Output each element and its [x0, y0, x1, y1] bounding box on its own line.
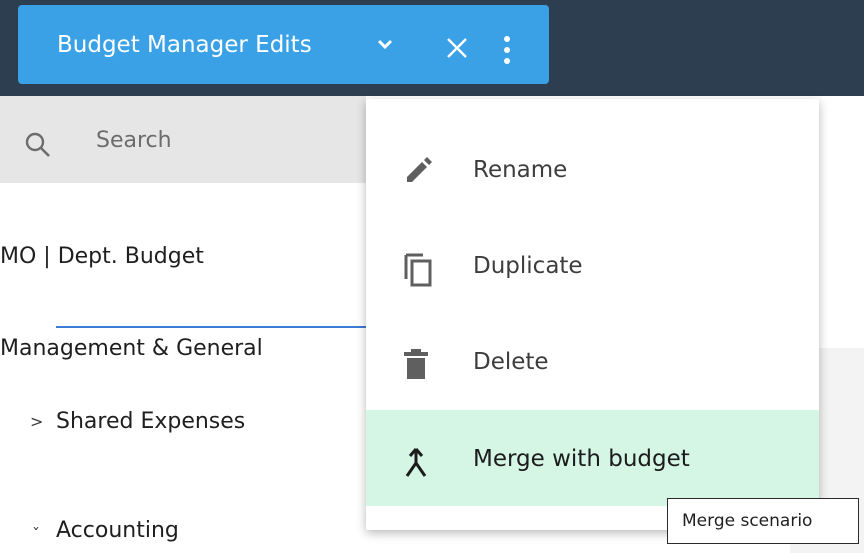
- more-vert-icon[interactable]: [503, 36, 511, 64]
- scenario-actions-menu: Rename Duplicate Delete Merge with budge…: [366, 99, 819, 530]
- tree-item-accounting[interactable]: Accounting: [56, 518, 179, 543]
- close-icon[interactable]: [446, 37, 468, 59]
- menu-item-label: Rename: [473, 157, 568, 183]
- scenario-name[interactable]: Budget Manager Edits: [57, 32, 312, 58]
- drag-indicator-line: [56, 326, 368, 328]
- search-input[interactable]: Search: [96, 128, 172, 153]
- tooltip: Merge scenario: [667, 498, 859, 544]
- sidebar: Search MO | Dept. Budget Management & Ge…: [0, 96, 366, 553]
- menu-item-label: Duplicate: [473, 253, 583, 279]
- menu-item-label: Delete: [473, 349, 549, 375]
- menu-item-delete[interactable]: Delete: [366, 313, 819, 409]
- expand-caret[interactable]: >: [30, 412, 43, 431]
- tree-item-management-general[interactable]: Management & General: [0, 336, 263, 361]
- menu-item-duplicate[interactable]: Duplicate: [366, 217, 819, 313]
- menu-item-rename[interactable]: Rename: [366, 121, 819, 217]
- search-icon: [25, 132, 51, 162]
- menu-item-label: Merge with budget: [473, 446, 690, 472]
- tooltip-text: Merge scenario: [682, 511, 813, 531]
- copy-icon: [403, 252, 433, 292]
- chevron-down-icon[interactable]: [377, 39, 393, 51]
- trash-icon: [403, 348, 429, 384]
- top-bar: Budget Manager Edits: [0, 0, 864, 96]
- scenario-tab[interactable]: Budget Manager Edits: [18, 5, 549, 84]
- collapse-caret[interactable]: ˇ: [32, 525, 40, 544]
- menu-item-merge-with-budget[interactable]: Merge with budget: [366, 410, 819, 506]
- tree-item-shared-expenses[interactable]: Shared Expenses: [56, 409, 245, 434]
- tree-item-dept-budget[interactable]: MO | Dept. Budget: [0, 244, 204, 269]
- search-bar[interactable]: Search: [0, 96, 366, 183]
- merge-icon: [403, 448, 429, 482]
- edit-pencil-icon: [403, 156, 433, 190]
